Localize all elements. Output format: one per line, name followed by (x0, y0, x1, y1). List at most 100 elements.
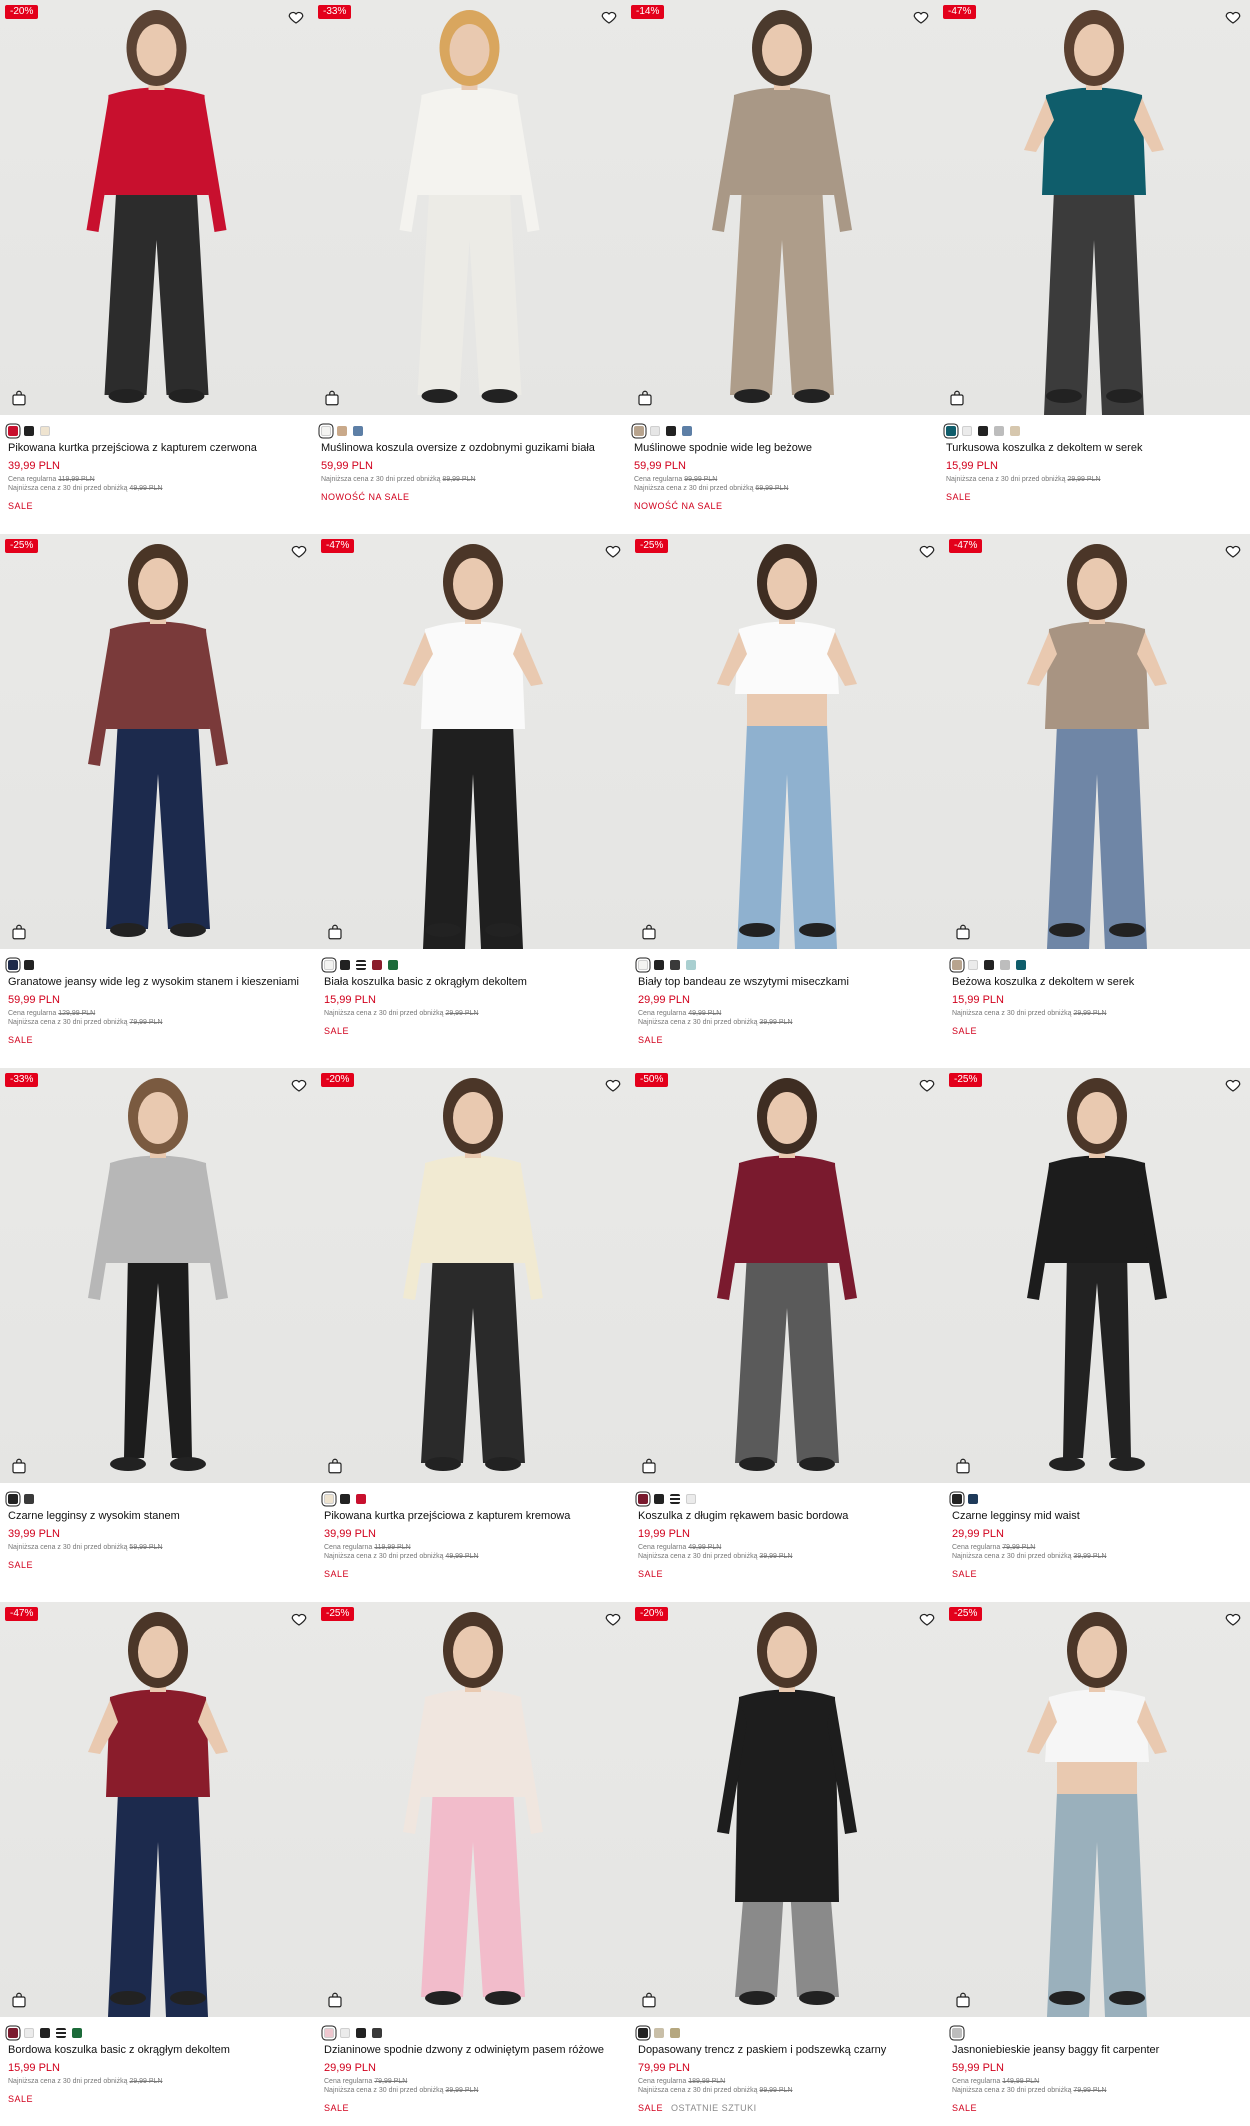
color-swatch[interactable] (666, 426, 676, 436)
product-image[interactable]: -50% (630, 1068, 944, 1483)
color-swatch[interactable] (638, 1494, 648, 1504)
color-swatch[interactable] (372, 960, 382, 970)
wishlist-heart-icon[interactable] (1224, 1076, 1242, 1094)
product-card[interactable]: -33% Muślinowa koszula oversize z ozdobny… (313, 0, 626, 534)
product-name[interactable]: Dopasowany trencz z paskiem i podszewką … (638, 2044, 934, 2056)
product-card[interactable]: -20% Dopasowany trencz z paskiem i podsze… (630, 1602, 944, 2126)
product-card[interactable]: -25% Granatowe jeansy wide leg z wysokim … (0, 534, 316, 1068)
product-name[interactable]: Muślinowa koszula oversize z ozdobnymi g… (321, 442, 616, 454)
color-swatch[interactable] (356, 1494, 366, 1504)
product-card[interactable]: -50% Koszulka z długim rękawem basic bord… (630, 1068, 944, 1602)
product-card[interactable]: -47% Beżowa koszulka z dekoltem w serek 15… (944, 534, 1250, 1068)
product-name[interactable]: Biała koszulka basic z okrągłym dekoltem (324, 976, 620, 988)
product-card[interactable]: -25% Czarne legginsy mid waist 29,99 PLN Ce… (944, 1068, 1250, 1602)
color-swatch[interactable] (670, 2028, 680, 2038)
color-swatch[interactable] (353, 426, 363, 436)
wishlist-heart-icon[interactable] (918, 1076, 936, 1094)
color-swatch[interactable] (1000, 960, 1010, 970)
product-card[interactable]: -20% Pikowana kurtka przejściowa z kaptur… (316, 1068, 630, 1602)
color-swatch[interactable] (356, 2028, 366, 2038)
wishlist-heart-icon[interactable] (912, 8, 930, 26)
color-swatch[interactable] (978, 426, 988, 436)
color-swatch[interactable] (324, 2028, 334, 2038)
add-to-bag-icon[interactable] (10, 389, 28, 407)
add-to-bag-icon[interactable] (326, 1991, 344, 2009)
product-image[interactable]: -20% (0, 0, 313, 415)
color-swatch[interactable] (340, 2028, 350, 2038)
color-swatch[interactable] (321, 426, 331, 436)
add-to-bag-icon[interactable] (326, 923, 344, 941)
color-swatch[interactable] (638, 960, 648, 970)
color-swatch[interactable] (670, 1494, 680, 1504)
product-image[interactable]: -20% (316, 1068, 630, 1483)
add-to-bag-icon[interactable] (636, 389, 654, 407)
color-swatch[interactable] (24, 1494, 34, 1504)
color-swatch[interactable] (952, 1494, 962, 1504)
product-image[interactable]: -25% (944, 1602, 1250, 2017)
color-swatch[interactable] (654, 1494, 664, 1504)
product-image[interactable]: -14% (626, 0, 938, 415)
add-to-bag-icon[interactable] (10, 923, 28, 941)
color-swatch[interactable] (372, 2028, 382, 2038)
color-swatch[interactable] (337, 426, 347, 436)
color-swatch[interactable] (24, 960, 34, 970)
color-swatch[interactable] (324, 1494, 334, 1504)
product-name[interactable]: Czarne legginsy mid waist (952, 1510, 1240, 1522)
product-name[interactable]: Beżowa koszulka z dekoltem w serek (952, 976, 1240, 988)
color-swatch[interactable] (1016, 960, 1026, 970)
product-name[interactable]: Turkusowa koszulka z dekoltem w serek (946, 442, 1240, 454)
color-swatch[interactable] (682, 426, 692, 436)
color-swatch[interactable] (962, 426, 972, 436)
color-swatch[interactable] (1010, 426, 1020, 436)
color-swatch[interactable] (8, 960, 18, 970)
add-to-bag-icon[interactable] (954, 1991, 972, 2009)
add-to-bag-icon[interactable] (640, 1991, 658, 2009)
product-name[interactable]: Pikowana kurtka przejściowa z kapturem c… (8, 442, 303, 454)
wishlist-heart-icon[interactable] (604, 1610, 622, 1628)
add-to-bag-icon[interactable] (640, 1457, 658, 1475)
color-swatch[interactable] (24, 2028, 34, 2038)
product-name[interactable]: Pikowana kurtka przejściowa z kapturem k… (324, 1510, 620, 1522)
product-card[interactable]: -14% Muślinowe spodnie wide leg beżowe 59,… (626, 0, 938, 534)
color-swatch[interactable] (994, 426, 1004, 436)
product-card[interactable]: -47% Turkusowa koszulka z dekoltem w sere… (938, 0, 1250, 534)
product-image[interactable]: -25% (0, 534, 316, 949)
add-to-bag-icon[interactable] (323, 389, 341, 407)
color-swatch[interactable] (952, 2028, 962, 2038)
product-card[interactable]: -47% Biała koszulka basic z okrągłym deko… (316, 534, 630, 1068)
product-card[interactable]: -25% Biały top bandeau ze wszytymi misecz… (630, 534, 944, 1068)
product-name[interactable]: Dzianinowe spodnie dzwony z odwiniętym p… (324, 2044, 620, 2056)
color-swatch[interactable] (388, 960, 398, 970)
add-to-bag-icon[interactable] (10, 1457, 28, 1475)
product-image[interactable]: -33% (313, 0, 626, 415)
color-swatch[interactable] (72, 2028, 82, 2038)
product-card[interactable]: -25% Jasnoniebieskie jeansy baggy fit car… (944, 1602, 1250, 2126)
color-swatch[interactable] (968, 960, 978, 970)
wishlist-heart-icon[interactable] (604, 1076, 622, 1094)
color-swatch[interactable] (8, 2028, 18, 2038)
color-swatch[interactable] (324, 960, 334, 970)
add-to-bag-icon[interactable] (948, 389, 966, 407)
product-image[interactable]: -33% (0, 1068, 316, 1483)
wishlist-heart-icon[interactable] (290, 542, 308, 560)
color-swatch[interactable] (634, 426, 644, 436)
product-image[interactable]: -47% (316, 534, 630, 949)
color-swatch[interactable] (56, 2028, 66, 2038)
product-image[interactable]: -47% (0, 1602, 316, 2017)
product-name[interactable]: Czarne legginsy z wysokim stanem (8, 1510, 306, 1522)
product-image[interactable]: -25% (630, 534, 944, 949)
product-name[interactable]: Biały top bandeau ze wszytymi miseczkami (638, 976, 934, 988)
color-swatch[interactable] (356, 960, 366, 970)
color-swatch[interactable] (686, 1494, 696, 1504)
color-swatch[interactable] (654, 2028, 664, 2038)
wishlist-heart-icon[interactable] (290, 1610, 308, 1628)
product-name[interactable]: Koszulka z długim rękawem basic bordowa (638, 1510, 934, 1522)
product-image[interactable]: -25% (316, 1602, 630, 2017)
wishlist-heart-icon[interactable] (290, 1076, 308, 1094)
product-name[interactable]: Bordowa koszulka basic z okrągłym dekolt… (8, 2044, 306, 2056)
add-to-bag-icon[interactable] (640, 923, 658, 941)
color-swatch[interactable] (946, 426, 956, 436)
wishlist-heart-icon[interactable] (1224, 1610, 1242, 1628)
color-swatch[interactable] (670, 960, 680, 970)
color-swatch[interactable] (40, 426, 50, 436)
